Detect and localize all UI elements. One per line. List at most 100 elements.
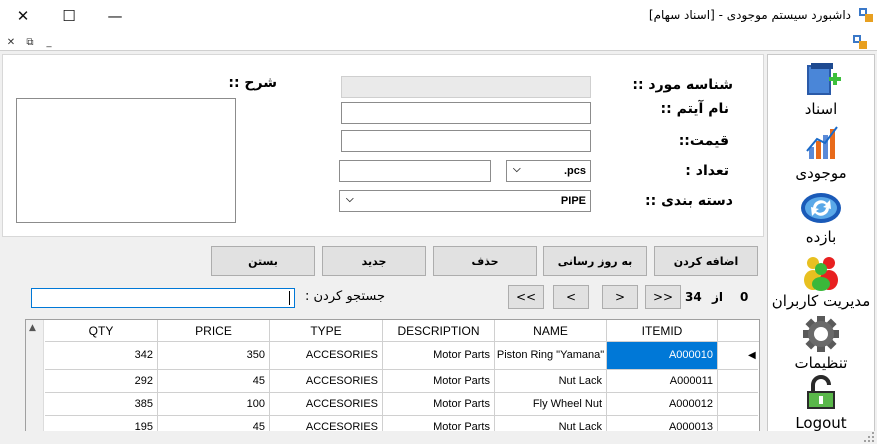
pager-first-button[interactable]: <<: [508, 285, 544, 309]
restore-icon: ⧉: [26, 36, 34, 48]
gear-icon: [803, 316, 839, 352]
sidebar-item-inventory[interactable]: موجودی: [768, 125, 874, 182]
pager-prev-button[interactable]: <: [553, 285, 589, 309]
mdi-child-icon: [853, 35, 867, 49]
pager-current: 0: [740, 290, 749, 304]
cell-name[interactable]: Nut Lack: [495, 370, 607, 393]
scroll-up-icon[interactable]: ▲: [29, 323, 36, 333]
cell-price[interactable]: 100: [158, 393, 270, 416]
cell-type[interactable]: ACCESORIES: [270, 370, 383, 393]
search-label: جستجو کردن :: [305, 289, 386, 304]
category-select-value: PIPE: [560, 195, 586, 207]
text-caret: [289, 291, 290, 305]
row-header[interactable]: [718, 393, 758, 416]
cell-qty[interactable]: 385: [45, 393, 158, 416]
category-label: دسته بندی ::: [645, 193, 733, 209]
cell-type[interactable]: ACCESORIES: [270, 342, 383, 370]
sidebar-item-label: تنظیمات: [794, 354, 848, 372]
column-header-itemid[interactable]: ITEMID: [607, 320, 718, 342]
search-input[interactable]: [31, 288, 295, 308]
cell-itemid[interactable]: A000012: [607, 393, 718, 416]
title-bar: ✕ ☐ — داشبورد سیستم موجودی - [اسناد سهام…: [0, 0, 877, 33]
new-button[interactable]: جدید: [322, 246, 426, 276]
category-select[interactable]: PIPE ⌵: [339, 190, 591, 212]
cell-type[interactable]: ACCESORIES: [270, 393, 383, 416]
item-id-label: شناسه مورد ::: [632, 77, 733, 93]
count-label: تعداد :: [685, 163, 729, 179]
sidebar-item-returns[interactable]: بازده: [768, 189, 874, 246]
item-name-label: نام آیتم ::: [660, 101, 729, 117]
resize-grip-icon[interactable]: [864, 432, 875, 443]
cell-description[interactable]: Motor Parts: [383, 370, 495, 393]
delete-button[interactable]: حذف: [433, 246, 537, 276]
users-icon: [804, 257, 838, 291]
pager-last-button[interactable]: >>: [645, 285, 681, 309]
item-form-panel: شناسه مورد :: نام آیتم :: قیمت:: تعداد :…: [2, 54, 764, 237]
sidebar: اسناد موجودی بازده مدیریت کاربران تنظیما…: [767, 54, 875, 432]
column-header-qty[interactable]: QTY: [45, 320, 158, 342]
column-header-description[interactable]: DESCRIPTION: [383, 320, 495, 342]
mdi-close-button[interactable]: ✕: [4, 35, 18, 49]
cell-description[interactable]: Motor Parts: [383, 393, 495, 416]
documents-icon: [807, 63, 841, 95]
close-window-button[interactable]: ✕: [0, 2, 46, 30]
minimize-icon: —: [107, 7, 123, 25]
cell-qty[interactable]: 342: [45, 342, 158, 370]
sidebar-item-label: اسناد: [804, 100, 838, 118]
app-window: ✕ ☐ — داشبورد سیستم موجودی - [اسناد سهام…: [0, 0, 877, 444]
status-strip: [0, 431, 877, 444]
mdi-restore-button[interactable]: ⧉: [23, 35, 37, 49]
sidebar-item-label: Logout: [795, 414, 847, 432]
vertical-scrollbar[interactable]: ▲: [26, 320, 44, 443]
current-row-icon: ◀: [748, 350, 756, 361]
close-icon: ✕: [6, 36, 16, 48]
description-label: شرح ::: [228, 75, 277, 91]
sidebar-item-label: مدیریت کاربران: [771, 292, 871, 310]
pager-of-label: از: [712, 290, 724, 304]
chevron-down-icon: ⌵: [513, 164, 521, 175]
chart-icon: [806, 126, 838, 159]
minimize-icon: _: [46, 36, 52, 48]
cell-price[interactable]: 45: [158, 370, 270, 393]
row-header[interactable]: [718, 370, 758, 393]
close-form-button[interactable]: بستن: [211, 246, 315, 276]
minimize-window-button[interactable]: —: [92, 2, 138, 30]
cell-itemid[interactable]: A000011: [607, 370, 718, 393]
price-field[interactable]: [341, 130, 591, 152]
item-id-field: [341, 76, 591, 98]
pager-total: 34: [685, 290, 702, 304]
maximize-window-button[interactable]: ☐: [46, 2, 92, 30]
items-grid[interactable]: ▲ QTY PRICE TYPE DESCRIPTION NAME ITEMID…: [25, 319, 760, 444]
mdi-minimize-button[interactable]: _: [42, 35, 56, 49]
pager-next-button[interactable]: >: [602, 285, 638, 309]
column-header-type[interactable]: TYPE: [270, 320, 383, 342]
window-title: داشبورد سیستم موجودی - [اسناد سهام]: [648, 8, 851, 22]
close-icon: ✕: [16, 7, 30, 25]
sidebar-item-logout[interactable]: Logout: [768, 375, 874, 432]
price-label: قیمت::: [678, 133, 729, 149]
sidebar-item-documents[interactable]: اسناد: [768, 61, 874, 118]
description-textarea[interactable]: [16, 98, 236, 223]
update-button[interactable]: به روز رسانی: [543, 246, 647, 276]
column-header-name[interactable]: NAME: [495, 320, 607, 342]
cell-name[interactable]: Fly Wheel Nut: [495, 393, 607, 416]
sidebar-item-user-management[interactable]: مدیریت کاربران: [768, 253, 874, 310]
refresh-icon: [801, 193, 841, 223]
maximize-icon: ☐: [62, 7, 76, 25]
cell-name[interactable]: Piston Ring "Yamana": [495, 342, 607, 370]
count-field[interactable]: [339, 160, 491, 182]
cell-itemid-selected[interactable]: A000010: [607, 342, 718, 370]
unit-select-value: .pcs: [563, 165, 586, 177]
chevron-down-icon: ⌵: [346, 194, 354, 205]
add-button[interactable]: اضافه کردن: [654, 246, 758, 276]
cell-price[interactable]: 350: [158, 342, 270, 370]
logout-lock-icon: [807, 375, 835, 409]
cell-description[interactable]: Motor Parts: [383, 342, 495, 370]
mdi-child-bar: ✕ ⧉ _: [0, 33, 877, 51]
item-name-field[interactable]: [341, 102, 591, 124]
cell-qty[interactable]: 292: [45, 370, 158, 393]
column-header-price[interactable]: PRICE: [158, 320, 270, 342]
sidebar-item-settings[interactable]: تنظیمات: [768, 315, 874, 372]
sidebar-item-label: بازده: [805, 228, 837, 246]
unit-select[interactable]: .pcs ⌵: [506, 160, 591, 182]
